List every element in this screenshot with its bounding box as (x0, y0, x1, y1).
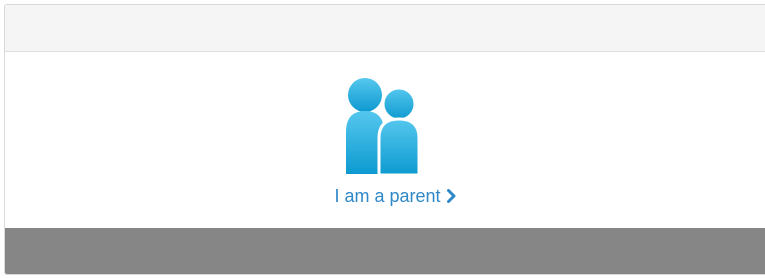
parent-option-link[interactable]: I am a parent (315, 78, 475, 213)
panel-body: I am a parent (5, 52, 765, 228)
parent-option-label: I am a parent (334, 186, 441, 206)
parent-icon (346, 78, 421, 176)
panel-header (5, 5, 765, 52)
panel-footer (5, 228, 765, 274)
chevron-right-icon (446, 189, 456, 203)
parent-option-label-row: I am a parent (315, 186, 475, 207)
role-select-panel: I am a parent (4, 4, 765, 275)
